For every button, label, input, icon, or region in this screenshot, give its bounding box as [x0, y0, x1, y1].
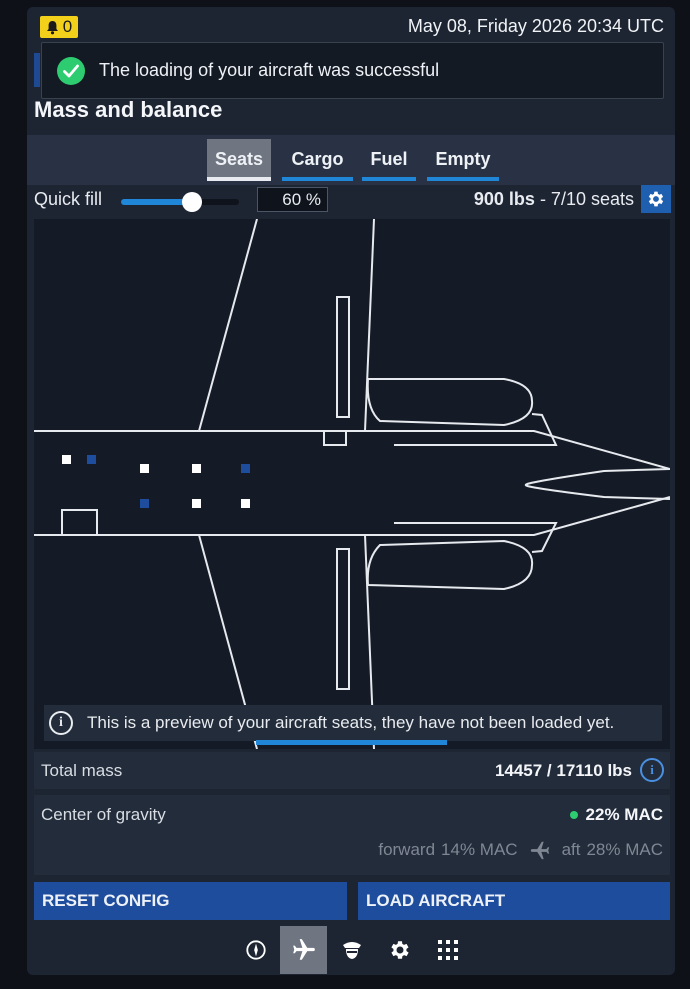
nav-crew[interactable] — [328, 926, 375, 974]
seat-filled[interactable] — [140, 464, 149, 473]
datetime: May 08, Friday 2026 20:34 UTC — [407, 16, 664, 36]
gear-icon — [648, 191, 664, 207]
tab-label: Fuel — [370, 148, 408, 169]
tab-underline — [362, 177, 416, 181]
tab-seats[interactable]: Seats — [207, 139, 271, 181]
airplane-icon — [530, 841, 549, 860]
check-circle-icon — [57, 56, 85, 85]
fill-seats: - 7/10 seats — [539, 189, 634, 209]
seat-filled[interactable] — [192, 464, 201, 473]
bell-icon — [46, 20, 58, 34]
total-mass-row: Total mass 14457 / 17110 lbs i — [34, 752, 670, 789]
center-of-gravity-row: Center of gravity 22% MAC forward 14% MA… — [34, 795, 670, 875]
cg-forward-label: forward — [378, 840, 436, 859]
reset-config-button[interactable]: RESET CONFIG — [34, 882, 347, 920]
bottom-nav — [27, 926, 675, 975]
seat-empty[interactable] — [241, 464, 250, 473]
fill-weight: 900 lbs — [473, 189, 535, 209]
preview-text: This is a preview of your aircraft seats… — [87, 713, 615, 732]
cg-value-text: 22% MAC — [585, 805, 663, 824]
tab-empty[interactable]: Empty — [427, 139, 499, 181]
nav-compass[interactable] — [232, 926, 279, 974]
app-window: 0 May 08, Friday 2026 20:34 UTC The load… — [27, 7, 675, 975]
notification-badge[interactable]: 0 — [40, 16, 78, 38]
cg-aft-value: 28% MAC — [586, 840, 663, 859]
seat-filled[interactable] — [192, 499, 201, 508]
compass-icon — [245, 940, 266, 960]
cg-limits: forward 14% MAC aft 28% MAC — [378, 839, 663, 861]
total-mass-value: 14457 / 17110 lbs — [494, 761, 632, 780]
total-mass-label: Total mass — [41, 761, 123, 780]
tab-underline — [282, 177, 353, 181]
fill-settings-button[interactable] — [641, 185, 671, 213]
load-aircraft-button[interactable]: LOAD AIRCRAFT — [358, 882, 670, 920]
quick-fill-row: Quick fill 900 lbs - 7/10 seats — [27, 185, 675, 219]
tab-label: Empty — [435, 148, 491, 169]
tab-bar: Seats Cargo Fuel Empty — [27, 135, 675, 185]
info-icon[interactable]: i — [640, 758, 664, 782]
status-dot — [569, 811, 578, 819]
airplane-icon — [292, 939, 315, 960]
tab-underline — [427, 177, 499, 181]
info-icon: i — [49, 711, 73, 735]
preview-note: i This is a preview of your aircraft sea… — [44, 705, 662, 741]
page-title: Mass and balance — [34, 97, 223, 122]
success-toast[interactable]: The loading of your aircraft was success… — [34, 42, 664, 99]
slider-thumb[interactable] — [181, 192, 202, 212]
quick-fill-slider[interactable] — [121, 192, 239, 212]
seat-filled[interactable] — [241, 499, 250, 508]
seat-map-canvas: i This is a preview of your aircraft sea… — [34, 219, 670, 749]
cg-forward-value: 14% MAC — [441, 840, 518, 859]
seat-empty[interactable] — [87, 455, 96, 464]
cg-label: Center of gravity — [41, 805, 166, 824]
quick-fill-percent-input[interactable] — [257, 187, 328, 212]
seats-summary: 900 lbs - 7/10 seats — [474, 189, 634, 210]
canvas-scroll-indicator[interactable] — [256, 740, 447, 745]
status-bar: 0 May 08, Friday 2026 20:34 UTC — [27, 7, 675, 45]
notification-count: 0 — [62, 17, 73, 36]
nav-aircraft[interactable] — [280, 926, 327, 974]
toast-message: The loading of your aircraft was success… — [99, 60, 440, 80]
gear-icon — [390, 941, 409, 959]
tab-label: Cargo — [291, 148, 344, 169]
toast-accent — [34, 53, 40, 87]
cg-aft-label: aft — [561, 840, 581, 859]
seat-empty[interactable] — [140, 499, 149, 508]
apps-grid-icon — [437, 940, 458, 960]
nav-apps[interactable] — [424, 926, 471, 974]
tab-cargo[interactable]: Cargo — [282, 139, 353, 181]
tab-label: Seats — [214, 148, 264, 169]
pilot-icon — [342, 942, 361, 959]
tab-fuel[interactable]: Fuel — [362, 139, 416, 181]
quick-fill-label: Quick fill — [34, 189, 103, 209]
nav-settings[interactable] — [376, 926, 423, 974]
tab-underline — [207, 177, 271, 181]
seat-filled[interactable] — [62, 455, 71, 464]
aircraft-outline — [34, 219, 670, 749]
cg-value: 22% MAC — [569, 805, 663, 825]
